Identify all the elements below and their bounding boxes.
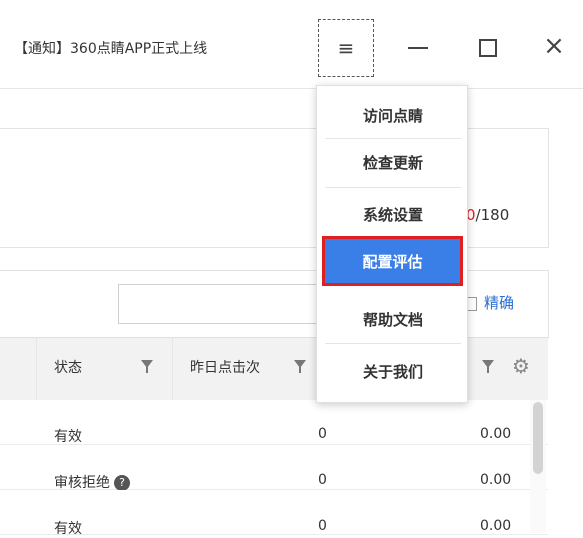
title-bar: 【通知】360点睛APP正式上线 ≡ × <box>0 0 583 89</box>
minimize-button[interactable] <box>400 30 436 66</box>
menu-divider <box>325 187 461 188</box>
status-cell: 审核拒绝? <box>54 472 130 492</box>
menu-item-help-docs[interactable]: 帮助文档 <box>317 299 469 339</box>
status-text: 审核拒绝 <box>54 475 110 491</box>
menu-divider <box>325 138 461 139</box>
notice-link[interactable]: 【通知】360点睛APP正式上线 <box>14 38 207 58</box>
menu-item-visit[interactable]: 访问点睛 <box>317 95 469 135</box>
menu-button[interactable]: ≡ <box>318 19 374 77</box>
filter-icon-stem <box>299 367 301 373</box>
help-icon[interactable]: ? <box>114 475 130 491</box>
column-header-clicks[interactable]: 昨日点击次 <box>190 357 290 377</box>
hamburger-icon: ≡ <box>337 36 355 60</box>
minimize-icon <box>408 47 428 49</box>
gear-icon[interactable]: ⚙ <box>512 354 530 378</box>
maximize-icon <box>479 39 497 57</box>
filter-icon-stem <box>487 367 489 373</box>
menu-item-settings[interactable]: 系统设置 <box>317 194 469 234</box>
counter-max: /180 <box>475 206 510 224</box>
menu-item-check-update[interactable]: 检查更新 <box>317 142 469 182</box>
clicks-cell: 0 <box>318 426 327 442</box>
menu-divider <box>325 343 461 344</box>
precise-label[interactable]: 精确 <box>484 292 514 313</box>
status-cell: 有效 <box>54 429 82 445</box>
cost-cell: 0.00 <box>480 426 512 442</box>
char-counter: 0/180 <box>466 206 509 224</box>
main-menu-dropdown: 访问点睛 检查更新 系统设置 配置评估 帮助文档 关于我们 <box>316 85 468 403</box>
menu-item-about[interactable]: 关于我们 <box>317 351 469 391</box>
filter-icon-stem <box>146 367 148 373</box>
column-header-status[interactable]: 状态 <box>54 357 82 377</box>
close-icon: × <box>543 31 565 61</box>
maximize-button[interactable] <box>470 30 506 66</box>
cost-cell: 0.00 <box>480 472 512 488</box>
clicks-cell: 0 <box>318 518 327 534</box>
clicks-cell: 0 <box>318 472 327 488</box>
close-button[interactable]: × <box>536 28 572 64</box>
status-cell: 有效 <box>54 521 82 537</box>
table-row[interactable] <box>0 400 548 445</box>
cost-cell: 0.00 <box>480 518 512 534</box>
menu-item-config-eval[interactable]: 配置评估 <box>322 236 463 286</box>
search-input[interactable] <box>118 284 328 324</box>
table-row[interactable] <box>0 490 548 535</box>
scrollbar-thumb[interactable] <box>533 402 543 474</box>
